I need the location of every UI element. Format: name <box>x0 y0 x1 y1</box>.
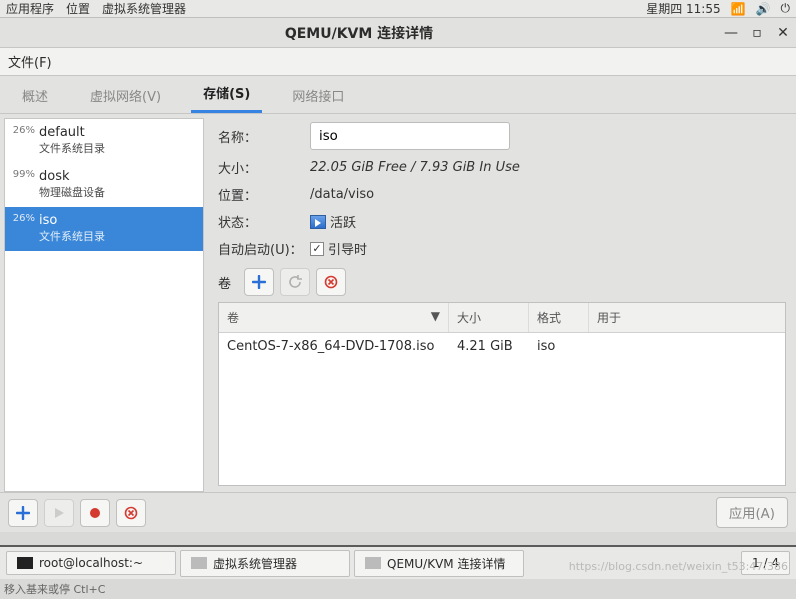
volume-table: 卷 ▼ 大小 格式 用于 CentOS-7-x86_64-DVD-1708.is… <box>218 302 786 486</box>
apply-button[interactable]: 应用(A) <box>716 497 788 528</box>
volume-icon[interactable]: 🔊 <box>756 2 771 16</box>
pool-item-dosk[interactable]: 99% dosk 物理磁盘设备 <box>5 163 203 207</box>
pool-name: iso <box>39 213 105 228</box>
tab-virtual-network[interactable]: 虚拟网络(V) <box>78 78 173 113</box>
tab-network-interface[interactable]: 网络接口 <box>280 78 356 113</box>
apps-menu[interactable]: 应用程序 <box>6 0 54 17</box>
pool-list: 26% default 文件系统目录 99% dosk 物理磁盘设备 26% i… <box>4 118 204 492</box>
window-title: QEMU/KVM 连接详情 <box>0 23 718 43</box>
clock: 星期四 11:55 <box>646 0 720 17</box>
menubar: 文件(F) <box>0 48 796 76</box>
vmm-icon <box>191 557 207 569</box>
tab-bar: 概述 虚拟网络(V) 存储(S) 网络接口 <box>0 76 796 114</box>
col-size[interactable]: 大小 <box>449 303 529 332</box>
pool-type: 文件系统目录 <box>39 228 105 244</box>
pool-usage: 26% <box>11 125 35 136</box>
pool-usage: 26% <box>11 213 35 224</box>
label-name: 名称： <box>218 127 310 146</box>
label-volumes: 卷 <box>218 273 238 292</box>
statusline: 移入基来或停 Ctl+C <box>4 581 105 597</box>
col-volume[interactable]: 卷 ▼ <box>219 303 449 332</box>
pool-item-default[interactable]: 26% default 文件系统目录 <box>5 119 203 163</box>
autostart-checkbox[interactable] <box>310 242 324 256</box>
minimize-button[interactable]: — <box>718 25 744 41</box>
label-state: 状态： <box>218 212 310 231</box>
col-format[interactable]: 格式 <box>529 303 589 332</box>
pool-name: dosk <box>39 169 105 184</box>
pool-detail: 名称： 大小： 22.05 GiB Free / 7.93 GiB In Use… <box>204 114 796 492</box>
pool-type: 物理磁盘设备 <box>39 184 105 200</box>
running-icon <box>310 215 326 229</box>
pool-usage: 99% <box>11 169 35 180</box>
tab-overview[interactable]: 概述 <box>10 78 60 113</box>
close-button[interactable]: ✕ <box>770 25 796 41</box>
table-row[interactable]: CentOS-7-x86_64-DVD-1708.iso 4.21 GiB is… <box>219 333 785 360</box>
name-input[interactable] <box>310 122 510 150</box>
pool-item-iso[interactable]: 26% iso 文件系统目录 <box>5 207 203 251</box>
refresh-volume-button[interactable] <box>280 268 310 296</box>
pool-action-bar: 应用(A) <box>0 492 796 532</box>
start-pool-button[interactable] <box>44 499 74 527</box>
label-location: 位置： <box>218 185 310 204</box>
cell-used <box>589 333 785 360</box>
content-area: 26% default 文件系统目录 99% dosk 物理磁盘设备 26% i… <box>0 114 796 492</box>
task-conn-details[interactable]: QEMU/KVM 连接详情 <box>354 550 524 577</box>
watermark: https://blog.csdn.net/weixin_t53:47:386 <box>569 560 788 573</box>
app-title-menu[interactable]: 虚拟系统管理器 <box>102 0 186 17</box>
size-value: 22.05 GiB Free / 7.93 GiB In Use <box>310 160 520 175</box>
terminal-icon <box>17 557 33 569</box>
pool-type: 文件系统目录 <box>39 140 105 156</box>
delete-volume-button[interactable] <box>316 268 346 296</box>
state-value: 活跃 <box>330 212 356 231</box>
autostart-value: 引导时 <box>328 239 367 258</box>
location-value: /data/viso <box>310 187 374 202</box>
desktop-panel: 应用程序 位置 虚拟系统管理器 星期四 11:55 📶 🔊 ⏻ <box>0 0 796 18</box>
stop-pool-button[interactable] <box>80 499 110 527</box>
delete-pool-button[interactable] <box>116 499 146 527</box>
label-autostart: 自动启动(U)： <box>218 239 310 258</box>
pool-name: default <box>39 125 105 140</box>
cell-size: 4.21 GiB <box>449 333 529 360</box>
power-icon[interactable]: ⏻ <box>781 1 791 16</box>
vmm-icon <box>365 557 381 569</box>
volume-toolbar: 卷 <box>218 268 786 296</box>
label-size: 大小： <box>218 158 310 177</box>
task-terminal[interactable]: root@localhost:~ <box>6 551 176 575</box>
task-vmm[interactable]: 虚拟系统管理器 <box>180 550 350 577</box>
add-volume-button[interactable] <box>244 268 274 296</box>
col-used[interactable]: 用于 <box>589 303 785 332</box>
add-pool-button[interactable] <box>8 499 38 527</box>
cell-format: iso <box>529 333 589 360</box>
places-menu[interactable]: 位置 <box>66 0 90 17</box>
menu-file[interactable]: 文件(F) <box>8 52 52 71</box>
titlebar: QEMU/KVM 连接详情 — ▫ ✕ <box>0 18 796 48</box>
network-icon[interactable]: 📶 <box>731 2 746 16</box>
table-header: 卷 ▼ 大小 格式 用于 <box>219 303 785 333</box>
maximize-button[interactable]: ▫ <box>744 25 770 41</box>
cell-volume: CentOS-7-x86_64-DVD-1708.iso <box>219 333 449 360</box>
tab-storage[interactable]: 存储(S) <box>191 75 262 113</box>
